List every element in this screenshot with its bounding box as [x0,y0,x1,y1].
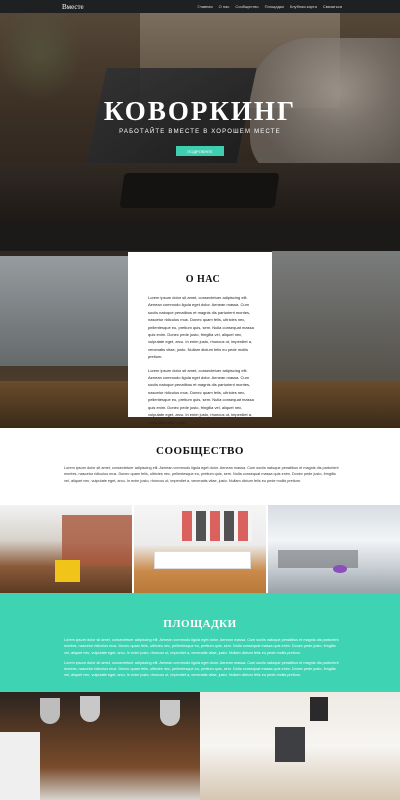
venues-paragraph: Lorem ipsum dolor sit amet, consectetuer… [64,660,339,678]
about-title: О НАС [185,274,221,285]
nav-link-community[interactable]: Сообщество [235,4,258,9]
about-background-ceiling [0,221,400,251]
community-section: СООБЩЕСТВО Lorem ipsum dolor sit amet, c… [0,428,400,505]
community-text: Lorem ipsum dolor sit amet, consectetuer… [64,466,339,483]
brand-logo[interactable]: Вместе [62,3,84,11]
venues-text: Lorem ipsum dolor sit amet, consectetuer… [64,637,339,683]
venues-section: ПЛОЩАДКИ Lorem ipsum dolor sit amet, con… [0,593,400,692]
about-card: О НАС Lorem ipsum dolor sit amet, consec… [128,252,272,425]
nav-link-about[interactable]: О нас [219,4,230,9]
venue-photo-bright-office [200,692,400,800]
nav-link-club-card[interactable]: Клубная карта [290,4,317,9]
hero-subtitle: РАБОТАЙТЕ ВМЕСТЕ В ХОРОШЕМ МЕСТЕ [119,129,281,135]
nav-links: Главная О нас Сообщество Площадки Клубна… [197,4,342,9]
venues-title: ПЛОЩАДКИ [163,618,237,630]
about-section: О НАС Lorem ipsum dolor sit amet, consec… [0,221,400,428]
hero-section: КОВОРКИНГ РАБОТАЙТЕ ВМЕСТЕ В ХОРОШЕМ МЕС… [0,13,400,221]
more-button[interactable]: ПОДРОБНЕЕ [176,146,224,156]
nav-link-home[interactable]: Главная [197,4,212,9]
venues-gallery [0,692,400,800]
nav-link-contact[interactable]: Связаться [323,4,342,9]
community-photo-workspace [268,505,400,593]
about-background-windows [0,256,130,366]
about-paragraph: Lorem ipsum dolor sit amet, consectetuer… [148,295,254,360]
community-photo-office [134,505,266,593]
community-photo-loft [0,505,132,593]
community-title: СООБЩЕСТВО [156,445,244,457]
page: Вместе Главная О нас Сообщество Площадки… [0,0,400,800]
about-background-office [272,251,400,381]
venue-photo-industrial [0,692,200,800]
community-gallery [0,505,400,593]
about-paragraph: Lorem ipsum dolor sit amet, consectetuer… [148,367,254,425]
venues-paragraph: Lorem ipsum dolor sit amet, consectetuer… [64,638,339,655]
navbar: Вместе Главная О нас Сообщество Площадки… [0,0,400,13]
nav-link-venues[interactable]: Площадки [265,4,284,9]
hero-title: КОВОРКИНГ [103,96,297,126]
